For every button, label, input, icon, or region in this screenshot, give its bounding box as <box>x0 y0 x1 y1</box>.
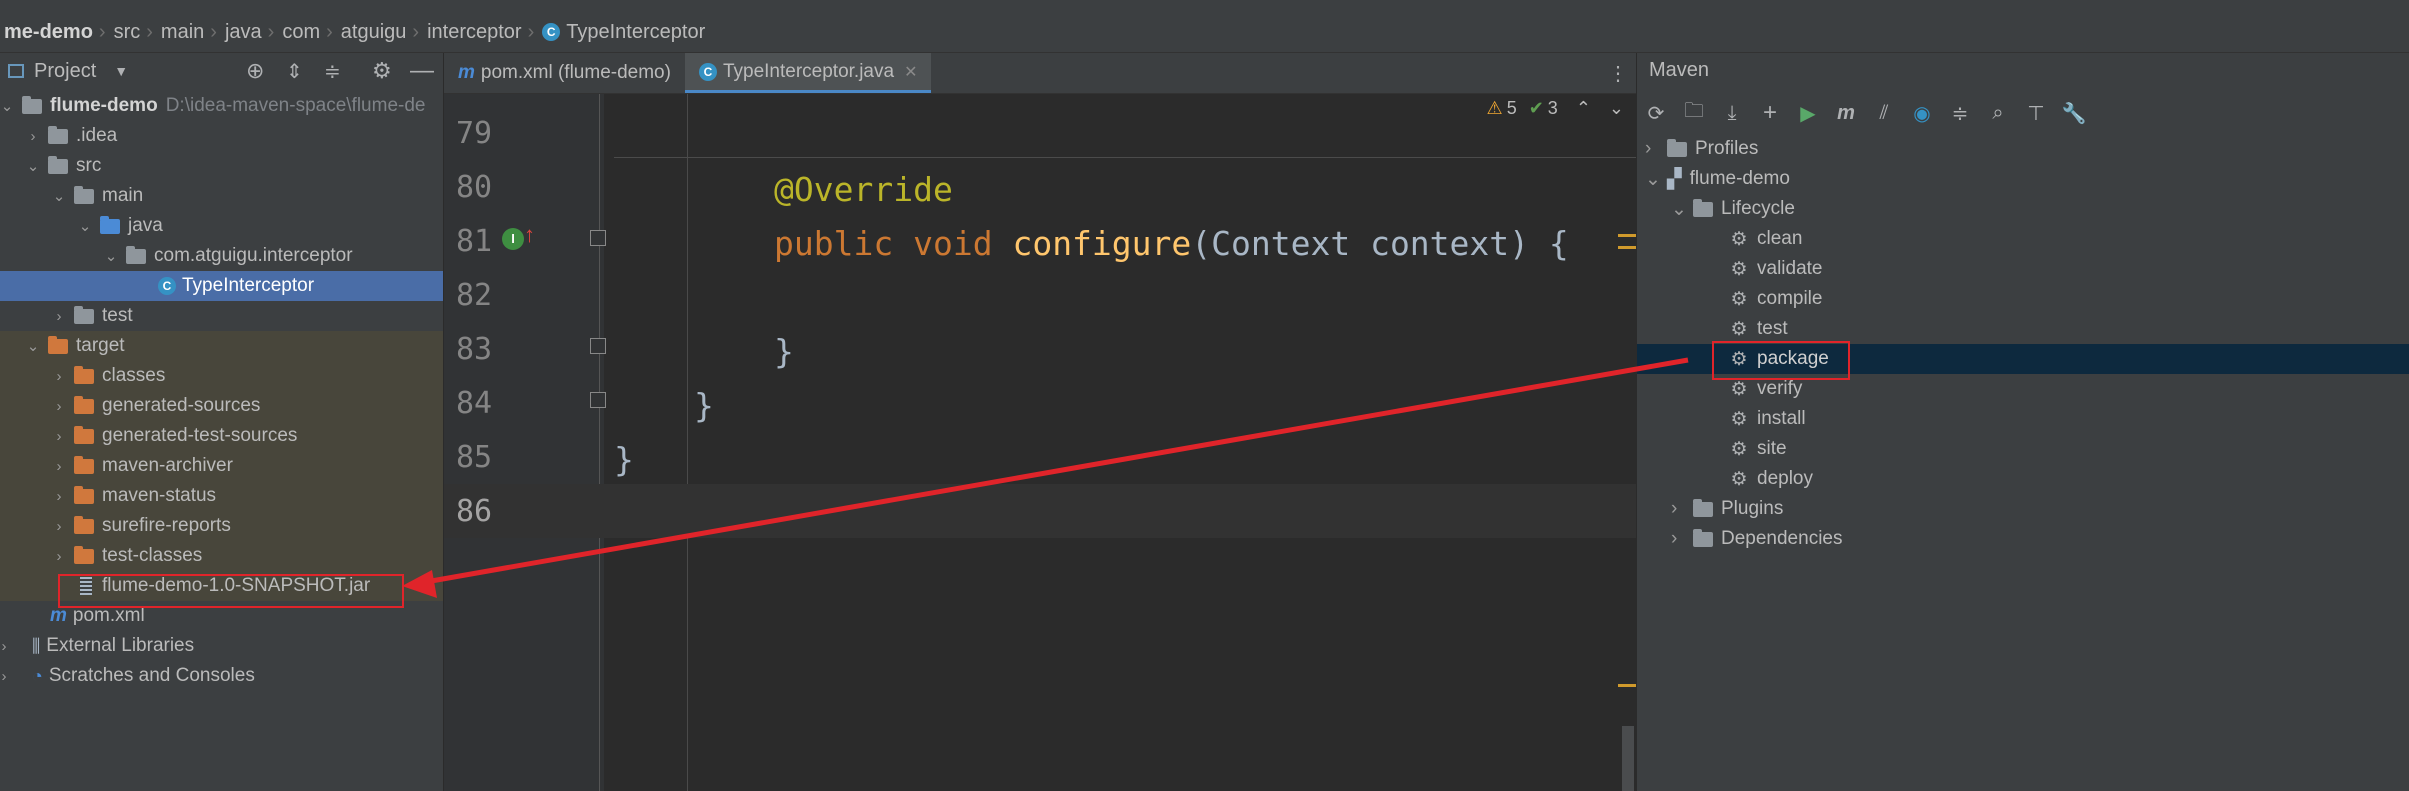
arrowhead <box>402 570 437 598</box>
arrow-line <box>419 357 1689 586</box>
annotation-arrow <box>402 357 1689 598</box>
